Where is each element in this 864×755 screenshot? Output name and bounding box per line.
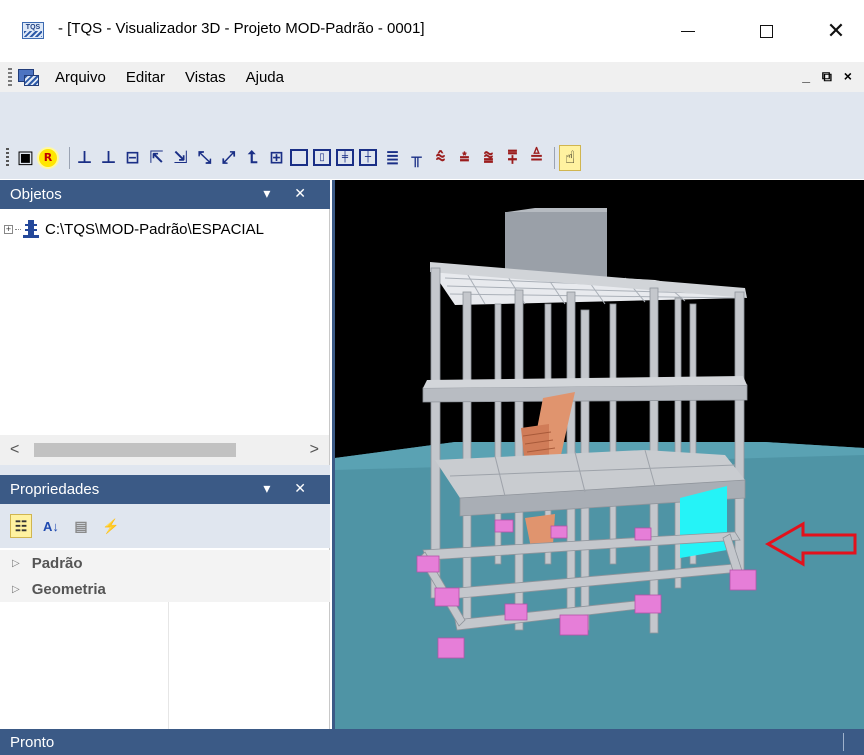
properties-panel-controls[interactable]: ▾ ✕ bbox=[263, 480, 316, 497]
3d-viewport[interactable] bbox=[332, 180, 864, 729]
objects-tree: + C:\TQS\MOD-Padrão\ESPACIAL bbox=[0, 209, 330, 435]
property-pages-icon[interactable]: ▤ bbox=[70, 514, 92, 538]
status-pane-divider bbox=[843, 733, 844, 751]
elevation-z-icon[interactable]: ⊥ bbox=[74, 147, 95, 169]
app-window: TQS - [TQS - Visualizador 3D - Projeto M… bbox=[0, 0, 864, 755]
structure-3d-render bbox=[335, 208, 864, 729]
view-c-icon[interactable]: ⤡ bbox=[194, 147, 215, 169]
layers-icon[interactable]: ≣ bbox=[382, 147, 403, 169]
grid-column-divider bbox=[168, 602, 169, 729]
frame-2-icon[interactable]: ▯ bbox=[313, 149, 331, 166]
tree-expand-icon[interactable]: + bbox=[4, 224, 13, 234]
tree-connector bbox=[15, 228, 21, 230]
axes-icon[interactable]: ⮤ bbox=[242, 147, 263, 169]
tqs-logo-icon: TQS bbox=[22, 22, 44, 39]
objects-panel-controls[interactable]: ▾ ✕ bbox=[263, 185, 316, 202]
toolbar-grip-icon[interactable] bbox=[6, 147, 9, 168]
view-a-icon[interactable]: ⇱ bbox=[146, 147, 167, 169]
properties-panel-header: Propriedades ▾ ✕ bbox=[0, 475, 330, 504]
close-button[interactable]: ✕ bbox=[813, 12, 859, 50]
events-icon[interactable]: ⚡ bbox=[100, 514, 122, 538]
menu-bar: Arquivo Editar Vistas Ajuda _ ⧉ × bbox=[0, 62, 864, 92]
tree-item-label: C:\TQS\MOD-Padrão\ESPACIAL bbox=[45, 220, 264, 238]
floors-1-icon[interactable]: ⩯ bbox=[430, 147, 451, 169]
menu-arquivo[interactable]: Arquivo bbox=[52, 67, 109, 88]
minimize-button[interactable] bbox=[665, 12, 711, 50]
panel-splitter[interactable] bbox=[0, 465, 330, 475]
category-label: Geometria bbox=[31, 580, 106, 598]
view-b-icon[interactable]: ⇲ bbox=[170, 147, 191, 169]
building-icon bbox=[23, 220, 39, 238]
floors-3-icon[interactable]: ⩰ bbox=[478, 147, 499, 169]
mdi-window-controls[interactable]: _ ⧉ × bbox=[802, 68, 856, 85]
frame-3-icon[interactable]: ╪ bbox=[336, 149, 354, 166]
properties-grid: ▷ Padrão ▷ Geometria bbox=[0, 548, 330, 729]
save-icon[interactable]: ▣ bbox=[15, 147, 36, 169]
elevation-zneg-icon[interactable]: ⊥ bbox=[98, 147, 119, 169]
floors-4-icon[interactable]: ⩱ bbox=[502, 147, 523, 169]
main-toolbar: ▣ R ⊥ ⊥ ⊟ ⇱ ⇲ ⤡ ⤢ ⮤ ⊞ ▯ ╪ ┼ ≣ ╥ ⩯ ⩮ ⩰ ⩱ ≜ ☝ bbox=[0, 136, 864, 179]
objects-horizontal-scrollbar[interactable]: < > bbox=[0, 435, 330, 465]
category-geometria[interactable]: ▷ Geometria bbox=[0, 576, 330, 602]
expand-triangle-icon[interactable]: ▷ bbox=[12, 584, 20, 595]
title-bar: TQS - [TQS - Visualizador 3D - Projeto M… bbox=[0, 0, 864, 62]
menu-vistas[interactable]: Vistas bbox=[182, 67, 229, 88]
frame-4-icon[interactable]: ┼ bbox=[359, 149, 377, 166]
toolbar-band bbox=[0, 92, 864, 136]
menu-ajuda[interactable]: Ajuda bbox=[243, 67, 287, 88]
objects-panel-title: Objetos bbox=[10, 186, 62, 203]
menu-editar[interactable]: Editar bbox=[123, 67, 168, 88]
expand-triangle-icon[interactable]: ▷ bbox=[12, 558, 20, 569]
alphabetical-sort-icon[interactable]: A↓ bbox=[40, 514, 62, 538]
window-title: - [TQS - Visualizador 3D - Projeto MOD-P… bbox=[58, 20, 425, 37]
floors-color-icon[interactable]: ≜ bbox=[526, 147, 547, 169]
tree-item-project[interactable]: + C:\TQS\MOD-Padrão\ESPACIAL bbox=[4, 220, 264, 238]
scroll-right-icon[interactable]: > bbox=[310, 441, 319, 459]
floors-2-icon[interactable]: ⩮ bbox=[454, 147, 475, 169]
status-bar: Pronto bbox=[0, 729, 864, 755]
objects-panel-header: Objetos ▾ ✕ bbox=[0, 180, 330, 209]
categorized-icon[interactable]: ☷ bbox=[10, 514, 32, 538]
frame-1-icon[interactable] bbox=[290, 149, 308, 166]
toolbar-separator bbox=[69, 146, 70, 169]
scroll-thumb[interactable] bbox=[34, 443, 236, 457]
panel-icon[interactable]: ⊞ bbox=[266, 147, 287, 169]
pointer-select-icon[interactable]: ☝ bbox=[559, 144, 581, 171]
view-d-icon[interactable]: ⤢ bbox=[218, 147, 239, 169]
properties-toolbar: ☷ A↓ ▤ ⚡ bbox=[0, 504, 330, 548]
roof-core bbox=[505, 212, 607, 278]
plan-xy-icon[interactable]: ⊟ bbox=[122, 147, 143, 169]
render-icon[interactable]: R bbox=[39, 148, 57, 167]
document-icon[interactable] bbox=[18, 67, 40, 87]
category-label: Padrão bbox=[31, 554, 83, 572]
menu-grip-icon[interactable] bbox=[8, 68, 12, 86]
category-padrao[interactable]: ▷ Padrão bbox=[0, 550, 330, 576]
status-text: Pronto bbox=[10, 733, 55, 751]
properties-panel-title: Propriedades bbox=[10, 481, 100, 498]
highlighted-panel bbox=[680, 486, 727, 558]
maximize-button[interactable] bbox=[743, 12, 789, 50]
column-icon[interactable]: ╥ bbox=[406, 147, 427, 169]
toolbar-separator bbox=[554, 146, 555, 169]
scroll-left-icon[interactable]: < bbox=[10, 441, 19, 459]
